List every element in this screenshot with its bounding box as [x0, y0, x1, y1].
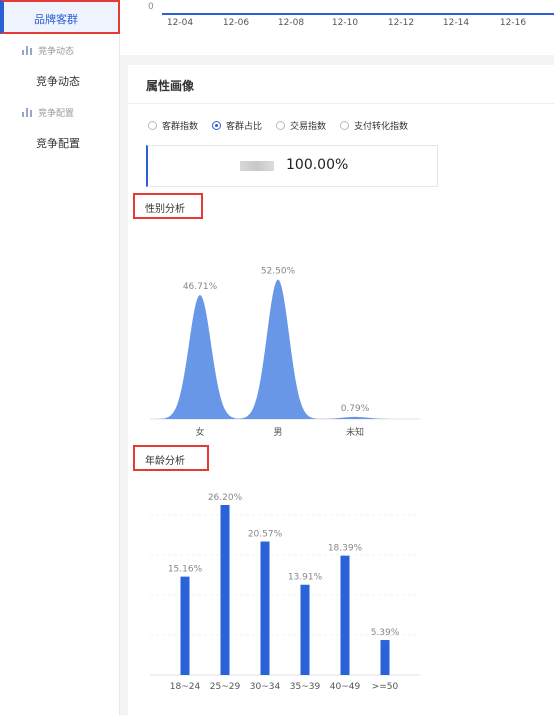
age-category-label: >=50 — [372, 682, 399, 692]
gender-value-label: 52.50% — [261, 267, 296, 277]
y-axis-zero-label: 0 — [148, 2, 154, 12]
sidebar-item-label: 品牌客群 — [34, 13, 78, 26]
radio-payment-conversion-index[interactable]: 支付转化指数 — [340, 119, 408, 132]
x-tick: 12-12 — [387, 18, 415, 28]
age-value-label: 5.39% — [371, 628, 400, 638]
age-value-label: 13.91% — [288, 573, 323, 583]
x-tick: 12-10 — [331, 18, 359, 28]
age-bar — [340, 555, 350, 675]
gender-category-label: 未知 — [346, 426, 364, 438]
age-category-label: 35~39 — [290, 682, 321, 692]
age-value-label: 18.39% — [328, 544, 363, 554]
x-axis-ticks: 12-04 12-06 12-08 12-10 12-12 12-14 12-1… — [120, 18, 554, 32]
age-bar — [180, 576, 190, 675]
age-value-label: 20.57% — [248, 530, 283, 540]
age-chart: 15.16% 18~24 26.20% 25~29 20.57% 30~34 13.91% 3… — [150, 493, 420, 692]
gender-value-label: 0.79% — [341, 404, 370, 414]
x-tick: 12-06 — [222, 18, 250, 28]
gender-peak — [150, 295, 250, 419]
radio-circle-icon — [212, 121, 222, 130]
bar-chart-icon — [22, 108, 32, 117]
sidebar-group-label: 竞争配置 — [38, 109, 75, 119]
age-category-label: 25~29 — [210, 682, 241, 692]
age-category-label: 18~24 — [170, 682, 201, 692]
summary-value: 100.00% — [286, 157, 349, 173]
sidebar-item-competition-config[interactable]: 竞争配置 — [36, 135, 80, 151]
sidebar-item-brand-audience[interactable]: 品牌客群 — [0, 0, 120, 34]
radio-circle-icon — [276, 121, 286, 130]
x-tick: 12-04 — [166, 18, 194, 28]
sidebar-group-competition-config: 竞争配置 — [22, 106, 74, 119]
gender-peak — [228, 279, 328, 419]
age-bar — [220, 505, 230, 675]
blurred-label — [240, 161, 274, 171]
age-bar — [380, 640, 390, 675]
main-content: 0 12-04 12-06 12-08 12-10 12-12 12-14 12… — [120, 0, 554, 715]
sidebar: 品牌客群 竞争动态 竞争动态 竞争配置 竞争配置 — [0, 0, 120, 715]
age-section-label: 年龄分析 — [133, 445, 209, 471]
x-tick: 12-14 — [442, 18, 470, 28]
divider — [128, 103, 554, 104]
sidebar-item-competition-dynamics[interactable]: 竞争动态 — [36, 73, 80, 89]
x-tick: 12-08 — [277, 18, 305, 28]
gender-chart: 46.71% 女 52.50% 男 0.79% 未知 — [150, 267, 420, 438]
age-value-label: 26.20% — [208, 493, 243, 503]
radio-circle-icon — [148, 121, 157, 130]
metric-radio-group: 客群指数 客群占比 交易指数 支付转化指数 — [148, 119, 422, 132]
sidebar-group-label: 竞争动态 — [38, 47, 75, 57]
age-category-label: 40~49 — [330, 682, 361, 692]
x-tick: 12-16 — [499, 18, 527, 28]
gender-category-label: 男 — [273, 427, 282, 438]
gender-category-label: 女 — [195, 426, 204, 438]
age-bar — [260, 541, 270, 675]
card-title: 属性画像 — [146, 79, 195, 93]
trend-line — [162, 13, 554, 15]
bar-chart-icon — [22, 46, 32, 55]
radio-circle-icon — [340, 121, 350, 130]
attribute-portrait-card: 属性画像 客群指数 客群占比 交易指数 支付转化指数 100.00% 性别分析 … — [128, 65, 554, 715]
trend-chart: 0 12-04 12-06 12-08 12-10 12-12 12-14 12… — [120, 0, 554, 55]
age-bar — [300, 584, 310, 675]
age-value-label: 15.16% — [168, 565, 203, 575]
age-category-label: 30~34 — [250, 682, 281, 692]
sidebar-group-competition-dynamics: 竞争动态 — [22, 44, 74, 57]
radio-audience-share[interactable]: 客群占比 — [212, 119, 262, 132]
summary-box: 100.00% — [146, 145, 438, 187]
radio-audience-index[interactable]: 客群指数 — [148, 119, 198, 132]
gender-section-label: 性别分析 — [133, 193, 203, 219]
radio-transaction-index[interactable]: 交易指数 — [276, 119, 326, 132]
gender-value-label: 46.71% — [183, 282, 218, 292]
